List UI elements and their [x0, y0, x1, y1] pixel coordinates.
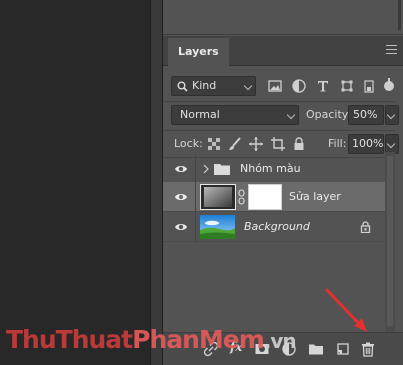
lock-artboard-icon[interactable] — [270, 136, 286, 152]
filter-kind-value: Kind — [192, 79, 217, 92]
lock-image-pixels-icon[interactable] — [227, 136, 243, 152]
lock-all-icon[interactable] — [291, 136, 307, 152]
visibility-eye-icon[interactable] — [174, 220, 188, 234]
lock-label: Lock: — [174, 137, 203, 150]
watermark-part-1: ThuThuat — [6, 325, 133, 354]
pixel-layer-filter-icon[interactable] — [267, 78, 283, 94]
scrollbar-thumb[interactable] — [387, 156, 393, 326]
filter-toggle-icon[interactable] — [383, 77, 395, 95]
folder-icon[interactable] — [308, 341, 324, 357]
fill-dropdown[interactable] — [385, 134, 399, 154]
canvas-area — [0, 0, 150, 365]
filter-row: Kind — [163, 75, 403, 97]
lock-transparent-pixels-icon[interactable] — [206, 136, 222, 152]
layer-name[interactable]: Background — [244, 220, 310, 233]
eye-column-divider — [195, 212, 196, 242]
lock-position-icon[interactable] — [248, 136, 264, 152]
smart-object-filter-icon[interactable] — [361, 78, 377, 94]
row-divider — [163, 130, 395, 131]
top-scrollbar[interactable] — [398, 0, 401, 30]
watermark-part-2: PhanMem — [132, 325, 265, 354]
mask-link-icon[interactable] — [238, 189, 245, 205]
chevron-down-icon — [386, 110, 396, 120]
panel-separator — [163, 34, 403, 35]
fill-input[interactable]: 100% — [348, 134, 384, 154]
visibility-eye-icon[interactable] — [174, 190, 188, 204]
panel-tab-bar: Layers — [163, 36, 403, 66]
layer-selected-row[interactable]: Sửa layer — [163, 182, 385, 212]
search-icon — [177, 81, 188, 92]
lock-icon[interactable] — [360, 221, 371, 233]
layer-name[interactable]: Nhóm màu — [240, 162, 301, 175]
visibility-eye-icon[interactable] — [174, 162, 188, 176]
background-thumbnail[interactable] — [200, 215, 235, 239]
panel-top-area — [163, 0, 403, 36]
layer-group-row[interactable]: Nhóm màu — [163, 154, 385, 184]
panel-dock-strip — [150, 0, 163, 365]
eye-column-divider — [195, 154, 196, 184]
layer-thumbnail[interactable] — [200, 184, 236, 210]
chevron-down-icon — [286, 110, 296, 120]
folder-icon — [214, 164, 230, 175]
shape-filter-icon[interactable] — [339, 78, 355, 94]
opacity-label: Opacity: — [306, 108, 352, 121]
filter-kind-select[interactable]: Kind — [171, 76, 256, 96]
new-layer-icon[interactable] — [335, 341, 351, 357]
annotation-arrow — [324, 287, 367, 332]
watermark-part-3: .vn — [263, 329, 297, 353]
watermark: ThuThuatPhanMem.vn — [6, 325, 297, 354]
blend-mode-select[interactable]: Normal — [171, 105, 299, 125]
eye-column-divider — [195, 182, 196, 212]
chevron-down-icon — [386, 139, 396, 149]
blend-mode-value: Normal — [180, 108, 220, 121]
panel-menu-icon[interactable] — [386, 45, 397, 54]
fill-label: Fill: — [328, 137, 347, 150]
opacity-input[interactable]: 50% — [348, 105, 384, 125]
layer-name[interactable]: Sửa layer — [289, 190, 341, 203]
trash-icon[interactable] — [360, 341, 376, 357]
blend-row: Normal Opacity: 50% — [163, 104, 403, 126]
type-filter-icon[interactable] — [315, 78, 331, 94]
layer-mask-thumbnail[interactable] — [248, 184, 282, 210]
chevron-right-icon[interactable] — [202, 164, 210, 174]
lock-row: Lock: Fill: 100% — [163, 133, 403, 155]
row-divider — [163, 101, 395, 102]
layers-scrollbar[interactable] — [385, 152, 395, 332]
layer-background-row[interactable]: Background — [163, 212, 385, 242]
adjustment-filter-icon[interactable] — [291, 78, 307, 94]
chevron-down-icon — [243, 81, 253, 91]
opacity-dropdown[interactable] — [385, 105, 399, 125]
tab-layers[interactable]: Layers — [168, 38, 229, 66]
